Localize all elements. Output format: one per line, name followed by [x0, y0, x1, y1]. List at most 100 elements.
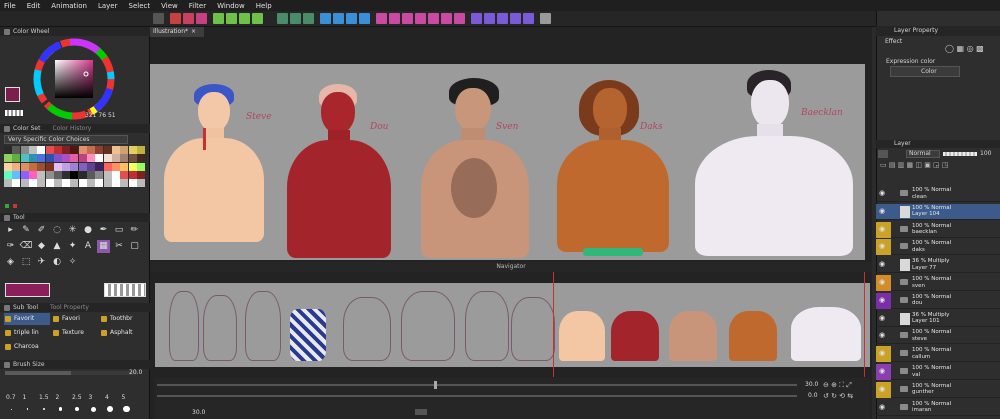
- color-swatch[interactable]: [28, 179, 37, 188]
- layer-row[interactable]: ◉ 36 % Multiply Layer 77: [876, 257, 1000, 274]
- color-swatch[interactable]: [70, 154, 79, 163]
- color-swatch[interactable]: [120, 179, 129, 188]
- tool-button-icon[interactable]: ✑: [4, 240, 17, 253]
- layer-row[interactable]: ◉ 100 % Normal daks: [876, 239, 1000, 256]
- sub-tool-item[interactable]: Toothbr: [100, 313, 146, 325]
- tool-button-icon[interactable]: ▦: [97, 240, 110, 253]
- color-swatch[interactable]: [45, 146, 54, 154]
- canvas-artboard[interactable]: Steve Dou Sven Daks Baecklan: [150, 64, 865, 260]
- scrollbar-handle[interactable]: [415, 409, 427, 415]
- color-swatch[interactable]: [136, 154, 145, 163]
- color-swatch-grid[interactable]: [4, 146, 146, 196]
- color-swatch[interactable]: [103, 162, 112, 171]
- color-swatch[interactable]: [128, 162, 137, 171]
- snap-special-icon[interactable]: [415, 13, 426, 24]
- ruler-icon[interactable]: [454, 13, 465, 24]
- tool-button-icon[interactable]: ⌫: [20, 240, 33, 253]
- menu-window[interactable]: Window: [217, 2, 245, 10]
- color-swatch[interactable]: [53, 170, 62, 179]
- tool-button-icon[interactable]: ⬚: [20, 256, 33, 269]
- color-swatch[interactable]: [111, 170, 120, 179]
- eye-icon[interactable]: ◉: [879, 207, 888, 216]
- color-swatch[interactable]: [28, 170, 37, 179]
- color-swatch[interactable]: [37, 162, 46, 171]
- color-swatch[interactable]: [70, 162, 79, 171]
- snap-3d-icon[interactable]: [441, 13, 452, 24]
- sub-tool-item[interactable]: Texture: [52, 327, 98, 339]
- color-swatch[interactable]: [12, 170, 21, 179]
- color-swatch[interactable]: [120, 170, 129, 179]
- color-swatch[interactable]: [78, 154, 87, 163]
- color-swatch[interactable]: [45, 162, 54, 171]
- color-swatch[interactable]: [28, 146, 37, 154]
- color-swatch[interactable]: [45, 179, 54, 188]
- eye-icon[interactable]: ◉: [879, 403, 888, 412]
- color-swatch[interactable]: [53, 179, 62, 188]
- menu-animation[interactable]: Animation: [51, 2, 87, 10]
- brush-preset[interactable]: 1: [21, 380, 36, 414]
- tool-button-icon[interactable]: ▢: [128, 240, 141, 253]
- snap-grid-icon[interactable]: [402, 13, 413, 24]
- color-swatch[interactable]: [20, 162, 29, 171]
- color-swatch[interactable]: [103, 179, 112, 188]
- sub-tool-item[interactable]: Asphalt: [100, 327, 146, 339]
- snap-icon[interactable]: [376, 13, 387, 24]
- color-swatch[interactable]: [4, 146, 12, 154]
- color-swatch[interactable]: [28, 162, 37, 171]
- tool-button-icon[interactable]: ✈: [35, 256, 48, 269]
- color-swatch[interactable]: [4, 170, 12, 179]
- layer-row[interactable]: ◉ 100 % Normal gunther: [876, 381, 1000, 398]
- eye-icon[interactable]: ◉: [879, 278, 888, 287]
- layer-mask-icon[interactable]: [878, 150, 888, 158]
- color-swatch[interactable]: [53, 162, 62, 171]
- tool-button-icon[interactable]: ◐: [51, 256, 64, 269]
- color-set-dropdown[interactable]: Very Specific Color Choices: [4, 135, 128, 144]
- tool-button-icon[interactable]: ▲: [51, 240, 64, 253]
- layer-row[interactable]: ◉ 100 % Normal sven: [876, 275, 1000, 291]
- menu-file[interactable]: File: [4, 2, 16, 10]
- color-swatch[interactable]: [12, 154, 21, 163]
- deselect-icon[interactable]: [346, 13, 357, 24]
- color-swatch[interactable]: [136, 146, 145, 154]
- color-swatch[interactable]: [103, 154, 112, 163]
- color-wheel[interactable]: [33, 38, 115, 120]
- tool-button-icon[interactable]: ◌: [51, 224, 64, 237]
- save-icon[interactable]: [196, 13, 207, 24]
- scale-icon[interactable]: [333, 13, 344, 24]
- new-file-icon[interactable]: [170, 13, 181, 24]
- tool-button-icon[interactable]: ◆: [35, 240, 48, 253]
- effect-icons[interactable]: ◯ ▦ ◎ ▩: [945, 44, 995, 53]
- blend-mode-dropdown[interactable]: Normal: [906, 150, 940, 158]
- sub-tool-item[interactable]: Charcoa: [4, 341, 50, 353]
- tool-property-tab[interactable]: Tool Property: [50, 304, 89, 311]
- color-swatch[interactable]: [128, 179, 137, 188]
- color-swatch[interactable]: [136, 162, 145, 171]
- color-swatch[interactable]: [111, 146, 120, 154]
- color-swatch[interactable]: [87, 179, 95, 188]
- eye-icon[interactable]: ◉: [879, 367, 888, 376]
- color-swatch[interactable]: [111, 154, 120, 163]
- menu-view[interactable]: View: [161, 2, 178, 10]
- eye-icon[interactable]: ◉: [879, 349, 888, 358]
- color-swatch[interactable]: [4, 154, 12, 163]
- color-swatch[interactable]: [12, 179, 21, 188]
- eye-icon[interactable]: ◉: [879, 385, 888, 394]
- transparent-swatch[interactable]: [5, 110, 23, 116]
- sub-color-bar[interactable]: [104, 283, 146, 297]
- color-swatch[interactable]: [20, 154, 29, 163]
- menu-edit[interactable]: Edit: [27, 2, 41, 10]
- color-swatch[interactable]: [95, 162, 104, 171]
- paste-icon[interactable]: [277, 13, 288, 24]
- zoom-buttons[interactable]: ⊖ ⊕ ⛶ ⤢: [823, 381, 863, 389]
- tool-button-icon[interactable]: ✎: [20, 224, 33, 237]
- layer-row[interactable]: ◉ 100 % Normal baecklan: [876, 221, 1000, 238]
- redo-icon[interactable]: [226, 13, 237, 24]
- color-swatch[interactable]: [53, 154, 62, 163]
- color-swatch[interactable]: [128, 170, 137, 179]
- menu-layer[interactable]: Layer: [98, 2, 118, 10]
- tool-button-icon[interactable]: ◈: [4, 256, 17, 269]
- brush-preset[interactable]: 0.7: [4, 380, 19, 414]
- device-icon[interactable]: [540, 13, 551, 24]
- mirror-icon[interactable]: [523, 13, 534, 24]
- layer-row[interactable]: ◉ 36 % Multiply Layer 101: [876, 311, 1000, 327]
